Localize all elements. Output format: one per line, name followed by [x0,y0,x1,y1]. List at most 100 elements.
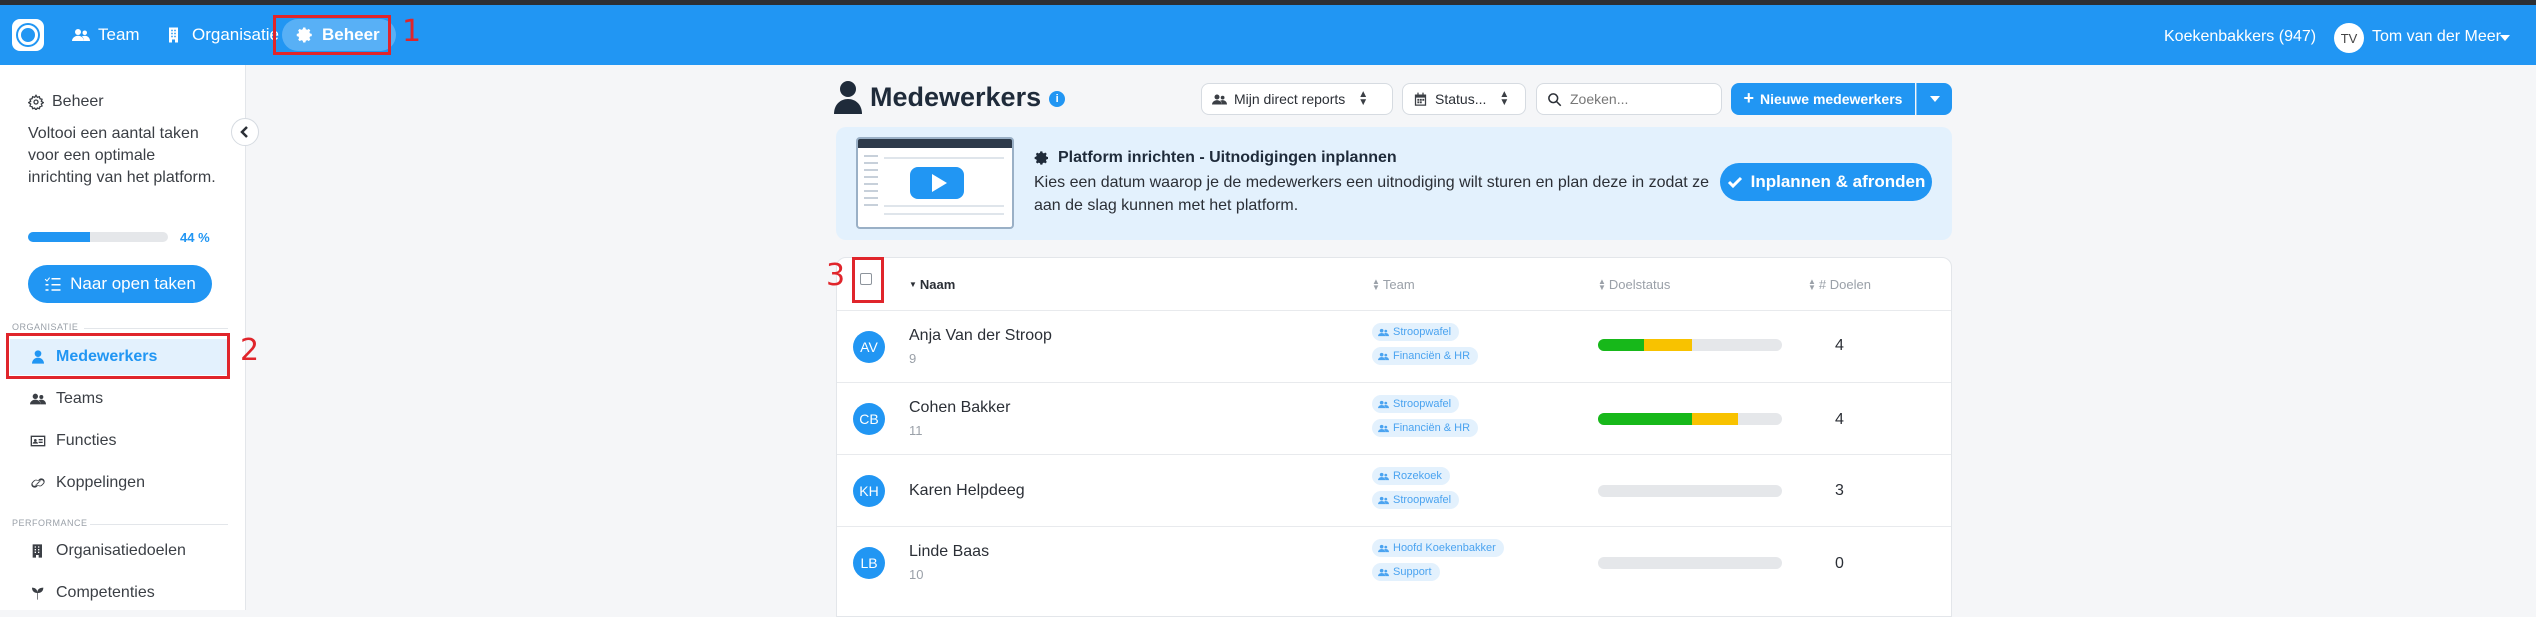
sidebar-item-competenties[interactable]: Competenties [30,575,155,611]
sort-icon: ▲ ▼ [1808,276,1816,292]
column-header-team[interactable]: ▲ ▼ Team [1372,277,1415,292]
sort-desc-icon: ▼ [909,280,917,289]
setup-progress-bar [28,232,168,242]
users-icon [1378,472,1389,480]
building-icon [32,544,42,558]
team-tag[interactable]: Stroopwafel [1372,323,1460,341]
team-tag[interactable]: Financiën & HR [1372,419,1479,437]
setup-progress-label: 44 % [180,230,210,245]
status-filter-select[interactable]: Status... ▲ ▼ [1402,83,1526,115]
chevron-left-icon [240,126,248,138]
search-icon [1548,92,1562,106]
thumbnail-row [884,157,1004,159]
chevron-down-icon [1929,96,1940,102]
table-row[interactable]: LB Linde Baas 10 Hoofd Koekenbakker Supp… [837,526,1951,598]
organization-name[interactable]: Koekenbakkers (947) [2164,28,2316,46]
play-button[interactable] [910,167,964,199]
info-icon[interactable]: i [1049,91,1066,107]
sidebar-item-teams[interactable]: Teams [30,381,103,417]
video-thumbnail[interactable] [856,137,1014,229]
sidebar-item-label: Koppelingen [56,474,145,491]
users-icon [1378,352,1389,360]
goal-status-bar [1598,413,1782,425]
column-header-label: # Doelen [1818,277,1871,292]
goal-status-bar [1598,339,1782,351]
app-logo[interactable] [12,19,44,51]
avatar: AV [853,331,885,363]
updown-chevron-icon: ▲ ▼ [1499,89,1510,108]
team-tag[interactable]: Stroopwafel [1372,395,1460,413]
schedule-and-finish-button[interactable]: Inplannen & afronden [1720,163,1932,201]
goal-count: 3 [1835,482,1844,499]
team-tag[interactable]: Support [1372,563,1440,581]
team-tag-label: Stroopwafel [1393,494,1452,506]
nav-organisatie-label: Organisatie [192,25,279,44]
gear-icon [28,94,44,110]
open-tasks-button[interactable]: Naar open taken [28,265,212,303]
goal-status-bar [1598,485,1782,497]
team-tag-label: Stroopwafel [1393,326,1452,338]
gear-icon [1034,151,1048,165]
user-menu-chevron-icon[interactable] [2500,35,2510,41]
sidebar-item-koppelingen[interactable]: Koppelingen [30,465,145,501]
sort-icon: ▲ ▼ [1598,276,1606,292]
annotation-box-3 [852,257,884,303]
banner-title-text: Platform inrichten - Uitnodigingen inpla… [1058,149,1397,166]
annotation-label-2: 2 [240,333,260,368]
goal-count: 4 [1835,337,1844,354]
new-employees-button[interactable]: + Nieuwe medewerkers [1731,83,1915,115]
updown-chevron-icon: ▲ ▼ [1358,89,1369,108]
column-header-doelen[interactable]: ▲ ▼ # Doelen [1808,277,1871,292]
sidebar-collapse-button[interactable] [231,118,259,146]
team-tags: Rozekoek Stroopwafel [1372,467,1460,509]
table-row[interactable]: AV Anja Van der Stroop 9 Stroopwafel Fin… [837,310,1951,382]
table-row[interactable]: CB Cohen Bakker 11 Stroopwafel Financiën… [837,382,1951,454]
avatar: KH [853,475,885,507]
sidebar-item-label: Functies [56,432,117,449]
employee-name[interactable]: Cohen Bakker [909,399,1010,417]
setup-progress-fill [28,232,90,242]
list-check-icon [44,277,61,291]
link-icon [31,478,45,488]
user-name[interactable]: Tom van der Meer [2372,28,2501,46]
users-icon [1378,424,1389,432]
play-icon [931,174,947,192]
search-box[interactable] [1536,83,1722,115]
annotation-label-3: 3 [826,258,846,293]
employee-name[interactable]: Linde Baas [909,543,989,561]
employee-subtext: 9 [909,351,917,366]
employee-subtext: 10 [909,567,924,582]
team-tag[interactable]: Hoofd Koekenbakker [1372,539,1504,557]
column-header-naam[interactable]: ▼ Naam [909,277,955,292]
nav-organisatie[interactable]: Organisatie [166,19,279,51]
annotation-box-2 [6,333,230,379]
sidebar-beheer-title: Beheer [28,93,104,111]
employees-table: ▼ Naam ▲ ▼ Team ▲ ▼ Doelstatus ▲ ▼ # Doelen… [836,257,1952,617]
search-input[interactable] [1570,91,1710,107]
sidebar-item-functies[interactable]: Functies [30,423,116,459]
user-avatar[interactable]: TV [2334,23,2364,53]
new-employees-dropdown-button[interactable] [1916,83,1952,115]
calendar-icon [1414,92,1427,106]
section-divider [84,328,228,329]
avatar: CB [853,403,885,435]
schedule-and-finish-label: Inplannen & afronden [1750,172,1926,191]
page-header: Medewerkers i [834,80,1066,114]
sidebar-item-organisatiedoelen[interactable]: Organisatiedoelen [30,533,186,569]
team-tag[interactable]: Financiën & HR [1372,347,1479,365]
thumbnail-row [884,205,1004,207]
section-label-performance: PERFORMANCE [12,518,88,528]
team-tag[interactable]: Stroopwafel [1372,491,1460,509]
table-row[interactable]: KH Karen Helpdeeg Rozekoek Stroopwafel 3 [837,454,1951,526]
goal-green-segment [1598,339,1644,351]
nav-team[interactable]: Team [72,19,140,51]
employee-name[interactable]: Anja Van der Stroop [909,327,1052,345]
id-card-icon [30,435,46,447]
goal-yellow-segment [1644,339,1692,351]
column-header-label: Doelstatus [1608,277,1671,292]
column-header-doelstatus[interactable]: ▲ ▼ Doelstatus [1598,277,1670,292]
employee-name[interactable]: Karen Helpdeeg [909,482,1025,500]
team-tag[interactable]: Rozekoek [1372,467,1450,485]
reports-filter-select[interactable]: Mijn direct reports ▲ ▼ [1201,83,1393,115]
employee-subtext: 11 [909,423,923,438]
